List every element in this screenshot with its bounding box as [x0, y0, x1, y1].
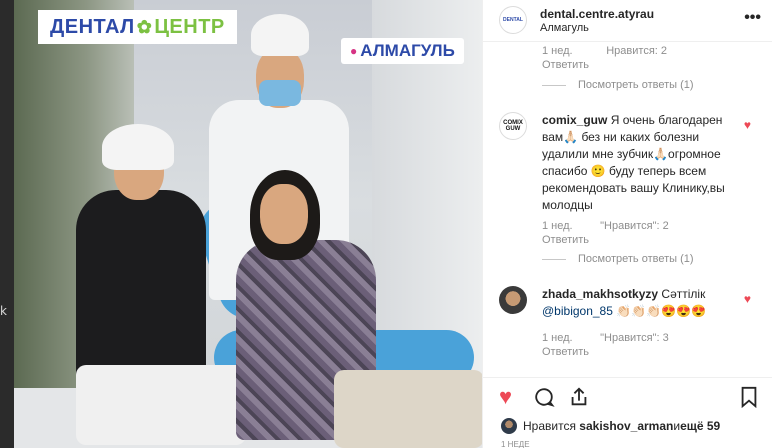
divider-dash: [542, 258, 566, 260]
comment-likes[interactable]: "Нравится": 3: [600, 332, 669, 344]
comment-meta: 1 нед. "Нравится": 2: [542, 220, 669, 232]
tooth-icon: ✿: [136, 16, 153, 37]
liked-by-avatar: [501, 418, 517, 434]
comment-emoji: 👏🏻👏🏻👏🏻😍😍😍: [612, 304, 706, 318]
top-view-replies[interactable]: Посмотреть ответы (1): [542, 79, 694, 91]
left-edge-text: k: [0, 304, 7, 318]
comment-username[interactable]: zhada_makhsotkyzy: [542, 287, 658, 301]
comment-likes[interactable]: "Нравится": 2: [600, 220, 669, 232]
top-comment-reply[interactable]: Ответить: [542, 59, 589, 71]
location-badge-text: АЛМАГУЛЬ: [360, 41, 455, 60]
comment-avatar-comix[interactable]: COMIX GUW: [499, 112, 527, 140]
clinic-logo-part2: ЦЕНТР: [154, 15, 225, 38]
account-avatar[interactable]: DENTAL: [499, 6, 527, 34]
top-view-replies-label: Посмотреть ответы (1): [578, 79, 694, 91]
comment-mention[interactable]: @bibigon_85: [542, 304, 613, 318]
nurse-mask: [259, 80, 301, 106]
top-comment-likes[interactable]: Нравится: 2: [606, 45, 667, 57]
comment-like-heart-icon[interactable]: ♥: [744, 292, 751, 306]
post-side-panel: DENTAL dental.centre.atyrau Алмагуль •••…: [482, 0, 772, 448]
liked-by[interactable]: Нравится sakishov_arman и ещё 59: [501, 418, 720, 434]
comment-text: Я очень благодарен вам🙏🏻 без ни каких бо…: [542, 113, 725, 212]
comment-age: 1 нед.: [542, 332, 573, 344]
comment-reply[interactable]: Ответить: [542, 346, 589, 358]
patient-pants: [334, 370, 482, 448]
comment-reply[interactable]: Ответить: [542, 234, 589, 246]
location-badge: ● АЛМАГУЛЬ: [341, 38, 464, 64]
comment-comix: comix_guw Я очень благодарен вам🙏🏻 без н…: [542, 112, 742, 214]
comments-list[interactable]: 1 нед. Нравится: 2 Ответить Посмотреть о…: [483, 42, 772, 377]
comment-like-heart-icon[interactable]: ♥: [744, 118, 751, 132]
comment-zhada: zhada_makhsotkyzy Сәттілік @bibigon_85 👏…: [542, 286, 742, 320]
comment-bubble-icon[interactable]: [533, 386, 555, 412]
screen: k ДЕНТАЛ ✿ ЦЕНТР ● АЛМАГУЛЬ DENTAL denta…: [0, 0, 772, 448]
share-icon[interactable]: [568, 386, 590, 412]
clinic-logo: ДЕНТАЛ ✿ ЦЕНТР: [38, 10, 237, 44]
view-replies-label: Посмотреть ответы (1): [578, 253, 694, 265]
top-comment-meta: 1 нед. Нравится: 2: [542, 45, 667, 57]
bookmark-icon[interactable]: [739, 386, 759, 412]
account-avatar-logo: DENTAL: [503, 17, 523, 23]
divider-dash: [542, 84, 566, 86]
top-comment-age: 1 нед.: [542, 45, 573, 57]
doctor-pants: [76, 365, 246, 445]
comment-age: 1 нед.: [542, 220, 573, 232]
post-photo[interactable]: ДЕНТАЛ ✿ ЦЕНТР ● АЛМАГУЛЬ: [14, 0, 482, 448]
account-name[interactable]: dental.centre.atyrau: [540, 7, 654, 21]
location-pin-icon: ●: [350, 44, 358, 58]
left-edge-strip: k: [0, 0, 14, 448]
post-actions-bar: ♥ Нравится sakishov_arman и ещё 59 1 НЕД…: [483, 377, 772, 448]
liked-by-user[interactable]: sakishov_arman: [579, 419, 673, 433]
doctor-cap: [102, 124, 174, 170]
clinic-logo-part1: ДЕНТАЛ: [50, 15, 135, 38]
comment-avatar-zhada[interactable]: [499, 286, 527, 314]
more-dots-icon[interactable]: •••: [744, 9, 761, 27]
post-location[interactable]: Алмагуль: [540, 22, 589, 34]
patient-face: [260, 184, 308, 244]
nurse-cap: [251, 14, 309, 56]
comment-text: Сәттілік: [658, 287, 706, 301]
post-header: DENTAL dental.centre.atyrau Алмагуль •••: [483, 0, 772, 42]
liked-by-and: и: [673, 419, 681, 433]
comment-username[interactable]: comix_guw: [542, 113, 607, 127]
liked-by-others[interactable]: ещё 59: [680, 419, 720, 433]
time-ago: 1 НЕДЕ: [501, 440, 530, 448]
doctor-shirt: [76, 190, 206, 380]
comix-avatar-logo: COMIX GUW: [503, 120, 523, 132]
comment-meta: 1 нед. "Нравится": 3: [542, 332, 669, 344]
view-replies[interactable]: Посмотреть ответы (1): [542, 253, 694, 265]
heart-filled-icon[interactable]: ♥: [499, 386, 512, 408]
liked-by-prefix: Нравится: [523, 419, 576, 433]
